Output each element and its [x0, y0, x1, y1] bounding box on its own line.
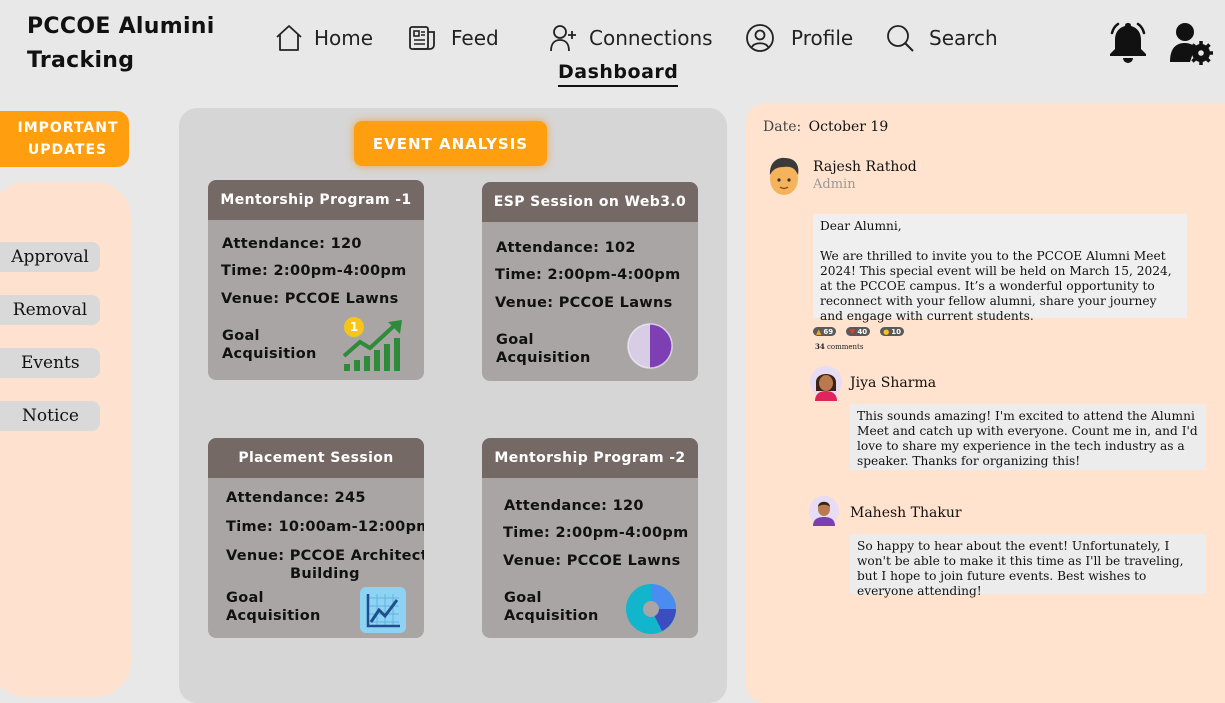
comments-count-value: 34	[815, 342, 825, 351]
event-time: Time: 2:00pm-4:00pm	[221, 263, 407, 279]
event-card[interactable]: ESP Session on Web3.0 Attendance: 102 Ti…	[482, 182, 698, 381]
nav-feed[interactable]: Feed	[407, 20, 499, 56]
sidebar-item-notice[interactable]: Notice	[0, 401, 100, 431]
goal-label-line2: Acquisition	[504, 608, 599, 624]
love-count: 40	[857, 327, 868, 336]
event-card[interactable]: Mentorship Program -2 Attendance: 120 Ti…	[482, 438, 698, 638]
goal-label: Goal Acquisition	[504, 589, 599, 625]
nav-feed-label: Feed	[451, 26, 499, 50]
comment-text: This sounds amazing! I'm excited to atte…	[850, 404, 1206, 470]
rank-badge: 1	[344, 317, 364, 337]
goal-label: Goal Acquisition	[226, 589, 321, 625]
comment-author[interactable]: Mahesh Thakur	[850, 505, 962, 521]
event-venue: Venue: PCCOE Architecture	[226, 548, 424, 564]
post-body: Dear Alumni, We are thrilled to invite y…	[813, 214, 1187, 323]
event-analysis-button[interactable]: EVENT ANALYSIS	[354, 121, 547, 166]
goal-label: Goal Acquisition	[222, 327, 317, 363]
clap-reaction[interactable]: ● 10	[880, 327, 905, 336]
post-author[interactable]: Rajesh Rathod	[813, 159, 917, 175]
nav-profile-label: Profile	[791, 26, 854, 50]
event-venue: Venue: PCCOE Lawns	[503, 553, 681, 569]
event-card[interactable]: Placement Session Attendance: 245 Time: …	[208, 438, 424, 638]
avatar	[809, 496, 839, 526]
goal-label-line2: Acquisition	[222, 346, 317, 362]
search-icon	[887, 25, 914, 52]
sidebar-item-events[interactable]: Events	[0, 348, 100, 378]
like-count: 69	[823, 327, 834, 336]
nav-dashboard[interactable]: Dashboard	[558, 60, 679, 87]
progress-ring-icon	[627, 323, 673, 369]
sidebar-item-removal[interactable]: Removal	[0, 295, 100, 325]
event-venue: Venue: PCCOE Lawns	[221, 291, 399, 307]
clap-count: 10	[891, 327, 902, 336]
goal-label-line2: Acquisition	[496, 350, 591, 366]
home-icon	[276, 25, 302, 51]
line-chart-icon	[360, 587, 406, 633]
event-card-title: Placement Session	[208, 438, 424, 478]
post-date: Date: October 19	[763, 119, 888, 135]
reaction-bar: ▲ 69 ♥ 40 ● 10	[813, 327, 905, 336]
avatar	[769, 157, 799, 195]
nav-profile[interactable]: Profile	[745, 20, 853, 56]
love-reaction[interactable]: ♥ 40	[846, 327, 871, 336]
goal-label-line1: Goal	[504, 590, 542, 606]
profile-icon	[746, 24, 774, 52]
post-author-role: Admin	[813, 177, 856, 192]
comments-count-label: comments	[826, 343, 864, 351]
nav-home[interactable]: Home	[274, 20, 373, 56]
nav-connections-label: Connections	[589, 26, 713, 50]
sidebar-item-approval[interactable]: Approval	[0, 242, 100, 272]
newspaper-icon	[409, 26, 435, 50]
nav-search[interactable]: Search	[885, 20, 998, 56]
date-label: Date:	[763, 119, 802, 135]
event-card[interactable]: Mentorship Program -1 Attendance: 120 Ti…	[208, 180, 424, 380]
goal-label: Goal Acquisition	[496, 331, 591, 367]
goal-label-line2: Acquisition	[226, 608, 321, 624]
important-updates-label: IMPORTANT UPDATES	[17, 120, 119, 158]
comment-text: So happy to hear about the event! Unfort…	[850, 534, 1206, 598]
post-greeting: Dear Alumni,	[820, 219, 902, 233]
important-updates-button[interactable]: IMPORTANT UPDATES	[0, 111, 129, 167]
add-user-icon	[550, 25, 576, 52]
heart-icon: ♥	[849, 327, 856, 336]
event-venue-line2: Building	[290, 566, 360, 582]
nav-home-label: Home	[314, 26, 374, 50]
clap-icon: ●	[883, 327, 890, 336]
goal-label-line1: Goal	[222, 328, 260, 344]
avatar	[810, 366, 842, 401]
nav-connections[interactable]: Connections	[549, 20, 713, 56]
comments-count[interactable]: 34 comments	[815, 342, 863, 351]
event-time: Time: 2:00pm-4:00pm	[503, 525, 689, 541]
event-attendance: Attendance: 120	[222, 236, 362, 252]
comment-author[interactable]: Jiya Sharma	[850, 375, 936, 391]
event-time: Time: 10:00am-12:00pm	[226, 519, 424, 535]
goal-label-line1: Goal	[496, 332, 534, 348]
event-attendance: Attendance: 245	[226, 490, 366, 506]
event-card-title: Mentorship Program -1	[208, 180, 424, 220]
event-venue: Venue: PCCOE Lawns	[495, 295, 673, 311]
event-attendance: Attendance: 120	[504, 498, 644, 514]
event-time: Time: 2:00pm-4:00pm	[495, 267, 681, 283]
like-reaction[interactable]: ▲ 69	[813, 327, 837, 336]
event-attendance: Attendance: 102	[496, 240, 636, 256]
bell-icon[interactable]	[1106, 20, 1150, 64]
thumbs-up-icon: ▲	[816, 327, 822, 336]
event-card-title: ESP Session on Web3.0	[482, 182, 698, 222]
user-settings-icon[interactable]	[1168, 20, 1214, 66]
post-text: We are thrilled to invite you to the PCC…	[820, 249, 1172, 323]
feed-panel	[746, 103, 1225, 703]
nav-search-label: Search	[929, 26, 998, 50]
event-card-title: Mentorship Program -2	[482, 438, 698, 478]
app-title: PCCOE Alumini Tracking	[27, 14, 215, 73]
date-value: October 19	[808, 119, 889, 135]
donut-chart-icon	[626, 584, 676, 634]
goal-label-line1: Goal	[226, 590, 264, 606]
